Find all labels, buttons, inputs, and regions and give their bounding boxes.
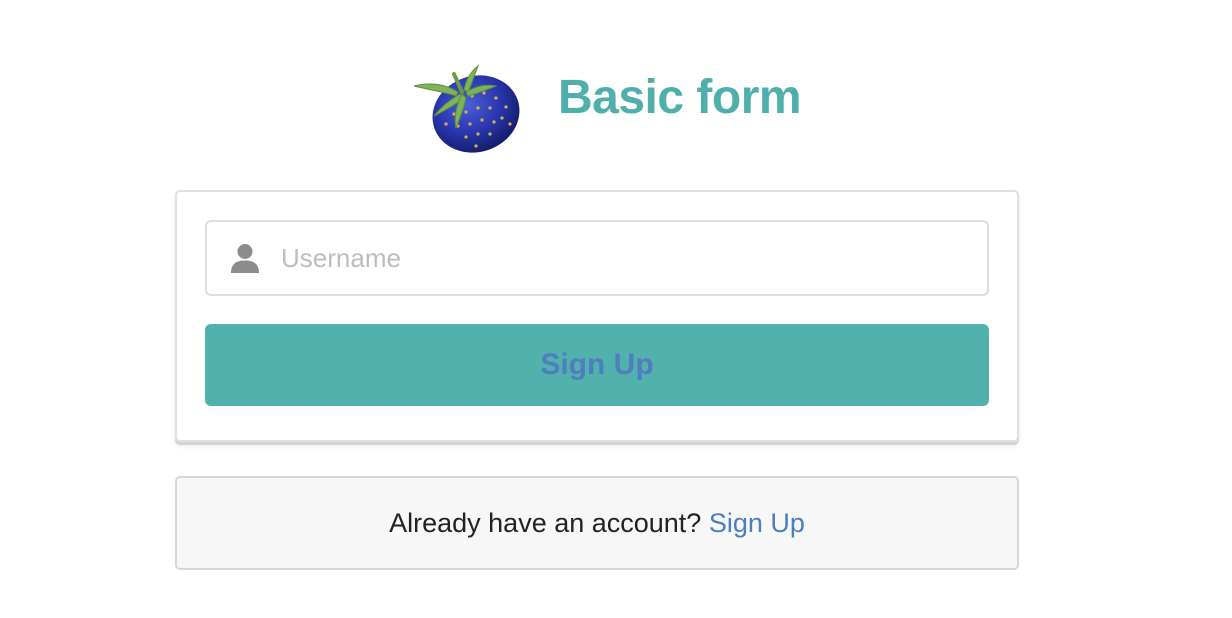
signup-form: Sign Up xyxy=(175,190,1019,442)
header: Basic form xyxy=(0,58,1232,158)
page: Basic form Sign Up Already have an accou… xyxy=(0,0,1232,618)
username-input[interactable] xyxy=(281,232,971,284)
blue-strawberry-logo-icon xyxy=(413,64,520,153)
sign-up-link[interactable]: Sign Up xyxy=(709,508,805,538)
login-prompt: Already have an account? Sign Up xyxy=(175,476,1019,570)
username-field[interactable] xyxy=(205,220,989,296)
login-prompt-text: Already have an account? xyxy=(389,508,709,538)
page-title: Basic form xyxy=(558,71,802,124)
sign-up-button[interactable]: Sign Up xyxy=(205,324,989,406)
user-icon xyxy=(231,244,259,273)
